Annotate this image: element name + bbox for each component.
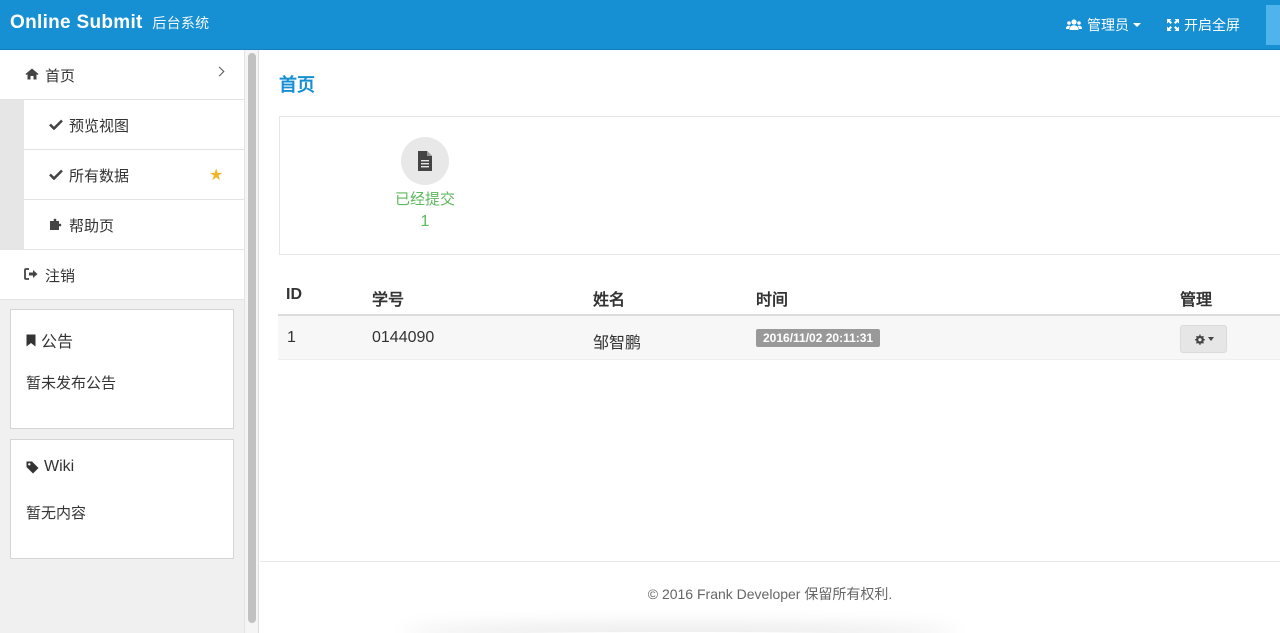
scrollbar-thumb[interactable] <box>248 53 256 623</box>
admin-label: 管理员 <box>1087 17 1129 33</box>
gear-icon <box>1194 333 1205 345</box>
column-header-student-no[interactable]: 学号 <box>372 286 404 310</box>
puzzle-icon <box>49 217 63 231</box>
caret-down-icon <box>1133 23 1141 27</box>
wiki-title-text: Wiki <box>44 458 75 475</box>
brand[interactable]: Online Submit 后台系统 <box>10 12 209 34</box>
notice-panel: 公告 暂未发布公告 <box>10 309 234 429</box>
brand-title: Online Submit <box>10 12 143 33</box>
admin-menu-button[interactable]: 管理员 <box>1066 15 1141 35</box>
cell-id: 1 <box>287 329 296 346</box>
sidebar-item-help[interactable]: 帮助页 <box>24 200 244 250</box>
fullscreen-label: 开启全屏 <box>1184 17 1240 33</box>
users-icon <box>1066 19 1082 30</box>
brand-subtitle: 后台系统 <box>152 15 210 31</box>
navbar-right: 管理员 开启全屏 <box>1066 0 1280 50</box>
star-icon: ★ <box>209 167 224 184</box>
submitted-stat-circle <box>401 137 449 185</box>
submitted-stat-label: 已经提交 <box>394 191 455 208</box>
sidebar-item-label: 首页 <box>45 68 76 85</box>
chevron-right-icon <box>214 66 225 77</box>
caret-down-icon <box>1207 337 1214 341</box>
sidebar-item-label: 注销 <box>45 268 76 285</box>
main-content: 首页 已经提交 1 ID 学号 姓名 时间 管理 1 0144090 邹智鹏 2… <box>260 50 1280 633</box>
navbar-edge-button[interactable] <box>1266 5 1280 45</box>
check-icon <box>49 119 63 130</box>
copyright-text: © 2016 Frank Developer 保留所有权利. <box>647 586 893 602</box>
time-badge: 2016/11/02 20:11:31 <box>756 329 881 347</box>
sidebar-item-logout[interactable]: 注销 <box>0 250 244 300</box>
sidebar-item-label: 预览视图 <box>69 118 130 135</box>
fullscreen-button[interactable]: 开启全屏 <box>1167 15 1240 35</box>
sign-out-icon <box>24 268 38 280</box>
sidebar-scrollbar[interactable] <box>244 50 259 633</box>
column-header-id[interactable]: ID <box>286 286 302 304</box>
row-actions-button[interactable] <box>1180 325 1227 353</box>
page-title: 首页 <box>279 75 315 95</box>
expand-icon <box>1167 19 1179 31</box>
notice-title-text: 公告 <box>41 334 74 351</box>
submitted-stat-count: 1 <box>420 213 430 230</box>
column-header-time[interactable]: 时间 <box>756 286 788 310</box>
sidebar-item-home[interactable]: 首页 <box>0 50 244 100</box>
sidebar: 首页 预览视图 所有数据 ★ 帮助页 注销 公告 暂未发布公告 Wiki 暂无内… <box>0 50 244 633</box>
submenu-gutter <box>0 100 24 250</box>
wiki-body: 暂无内容 <box>26 505 87 522</box>
notice-panel-title: 公告 <box>26 328 73 352</box>
cell-student-no: 0144090 <box>372 329 435 346</box>
sidebar-item-all-data[interactable]: 所有数据 ★ <box>24 150 244 200</box>
table-row: 1 0144090 邹智鹏 2016/11/02 20:11:31 <box>278 316 1280 360</box>
check-icon <box>49 169 63 180</box>
file-text-icon <box>418 151 432 171</box>
notice-body: 暂未发布公告 <box>26 375 117 392</box>
home-icon <box>25 68 39 80</box>
tag-icon <box>26 461 39 473</box>
submissions-table: ID 学号 姓名 时间 管理 1 0144090 邹智鹏 2016/11/02 … <box>278 274 1280 360</box>
table-header: ID 学号 姓名 时间 管理 <box>278 274 1280 316</box>
footer: © 2016 Frank Developer 保留所有权利. <box>260 561 1280 633</box>
sidebar-item-preview[interactable]: 预览视图 <box>24 100 244 150</box>
sidebar-item-label: 帮助页 <box>69 218 115 235</box>
wiki-panel-title: Wiki <box>26 458 74 476</box>
cell-name: 邹智鹏 <box>593 335 642 352</box>
stats-card: 已经提交 1 <box>279 116 1280 255</box>
wiki-panel: Wiki 暂无内容 <box>10 439 234 559</box>
top-navbar: Online Submit 后台系统 管理员 开启全屏 <box>0 0 1280 50</box>
bookmark-icon <box>26 334 36 346</box>
sidebar-item-label: 所有数据 <box>69 168 130 185</box>
column-header-manage: 管理 <box>1180 292 1213 309</box>
column-header-name[interactable]: 姓名 <box>593 286 625 310</box>
